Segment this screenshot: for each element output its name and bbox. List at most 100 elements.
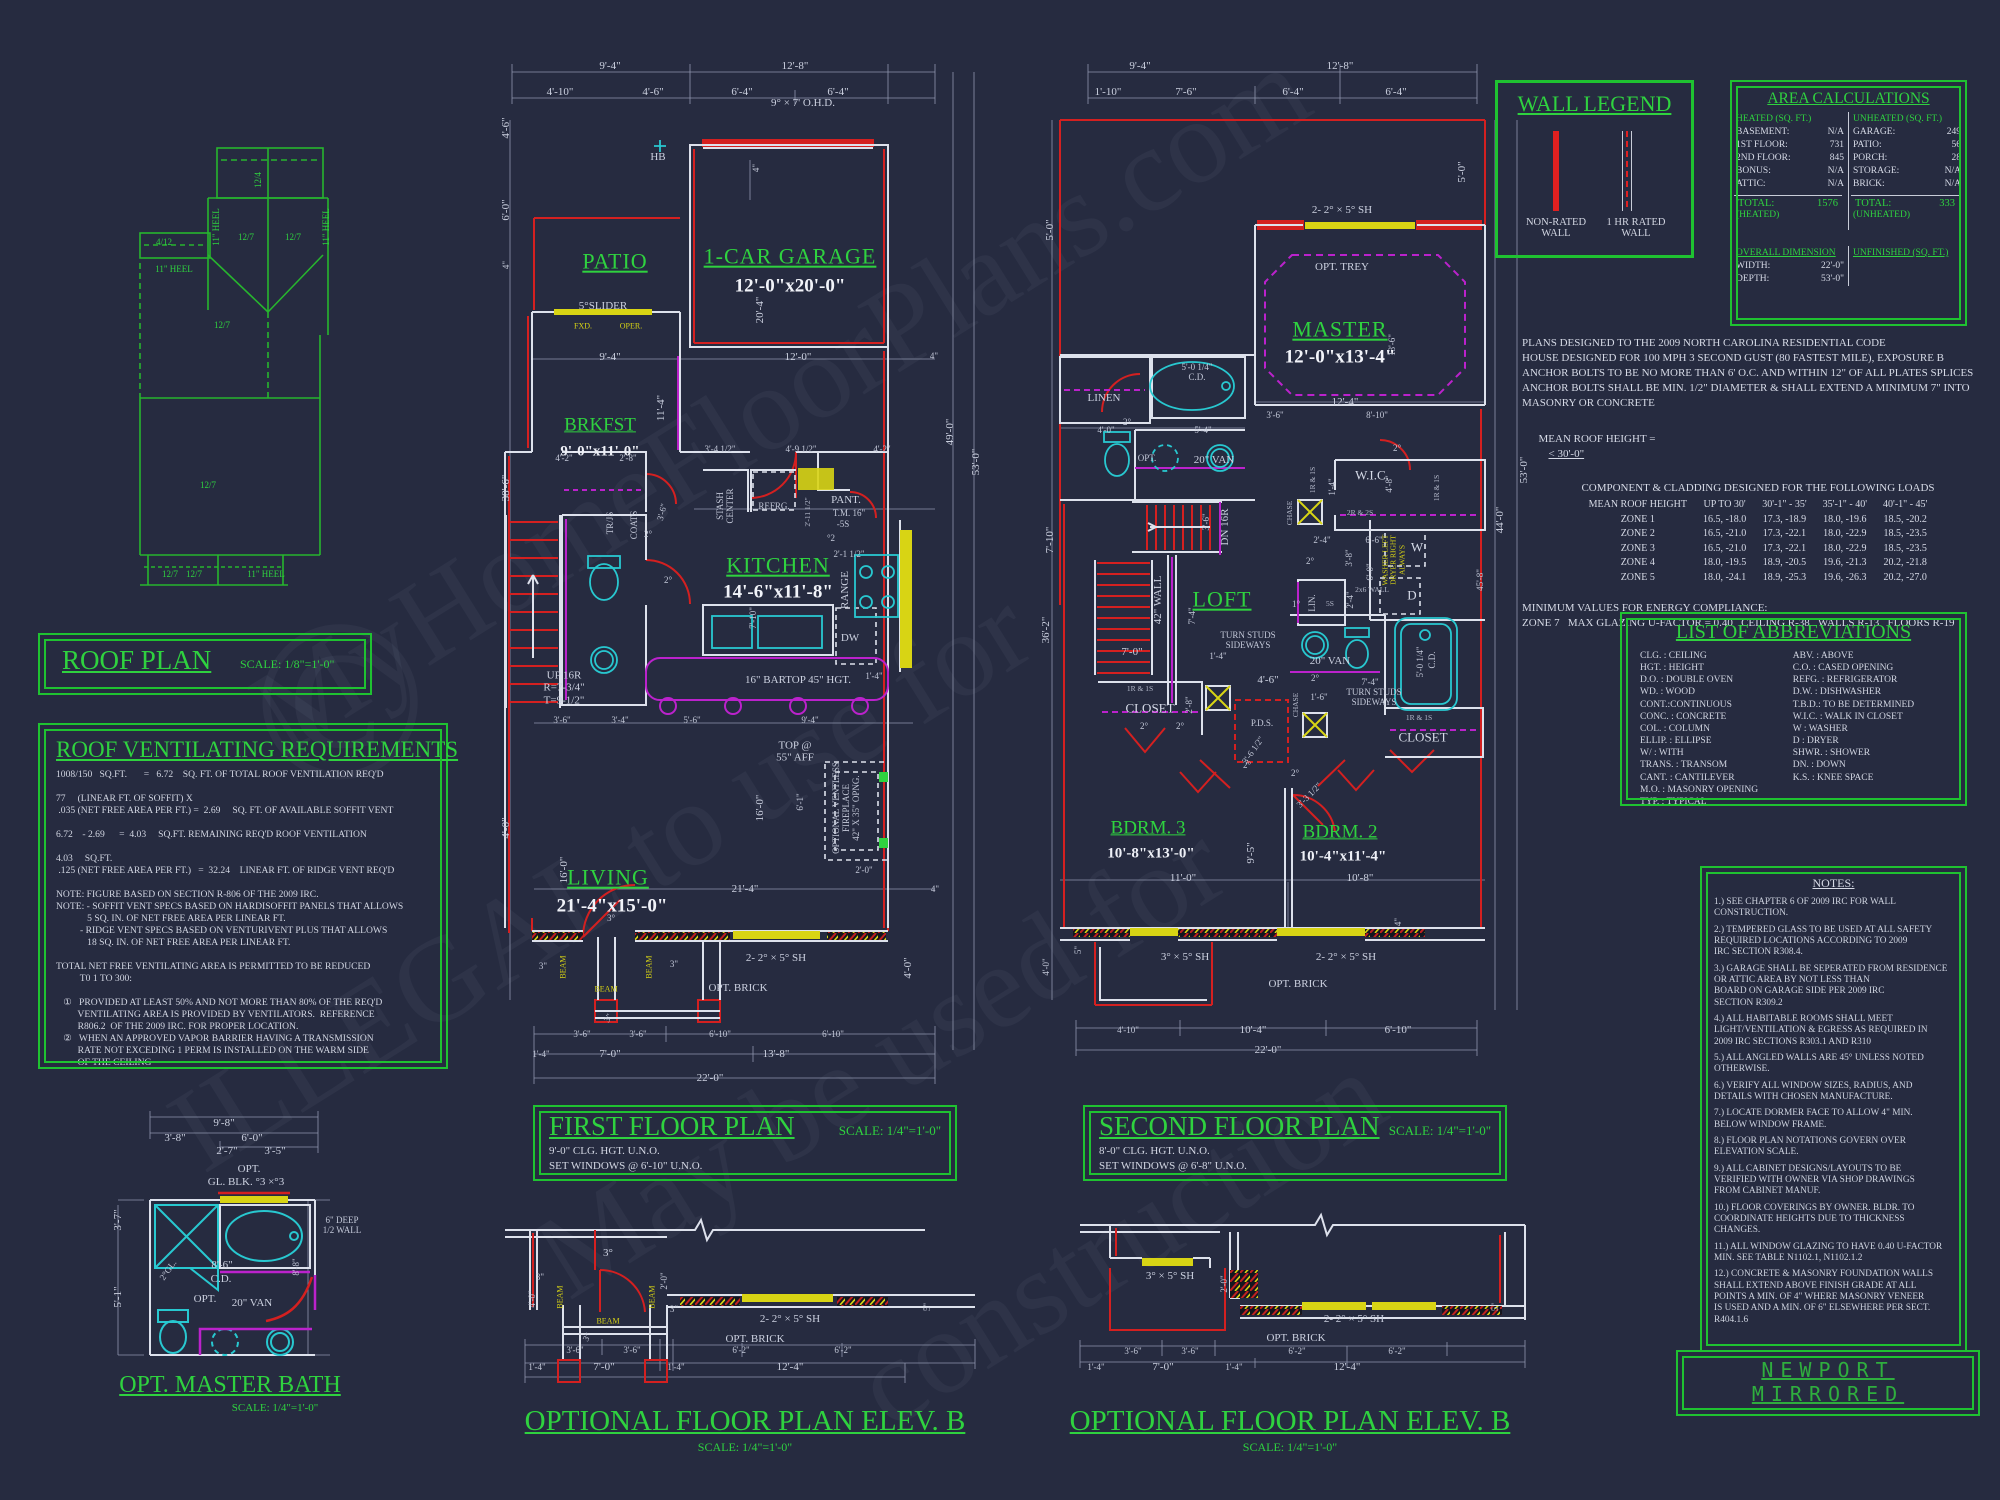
abbrev-left-column: CLG. : CEILINGHGT. : HEIGHTD.O. : DOUBLE… <box>1640 650 1793 808</box>
loads-header-cell: 30'-1" - 35' <box>1754 498 1814 513</box>
vent-line: RATE NOT EXCEDING 1 PERM IS INSTALLED ON… <box>56 1045 436 1057</box>
vent-line: .035 (NET FREE AREA PER FT.) = 2.69 SQ. … <box>56 805 436 817</box>
unfinished-column: UNFINISHED (SQ. FT.) <box>1848 246 1965 286</box>
note-item: 6.) VERIFY ALL WINDOW SIZES, RADIUS, AND… <box>1714 1081 1957 1104</box>
first-floor-title: FIRST FLOOR PLAN <box>549 1111 795 1142</box>
abbrev-entry: CANT. : CANTILEVER <box>1640 772 1793 784</box>
unfinished-header: UNFINISHED (SQ. FT.) <box>1849 246 1965 260</box>
abbrev-entry: SHWR. : SHOWER <box>1793 747 1965 759</box>
unheated-total-sub: (UNHEATED) <box>1849 210 1965 222</box>
vent-line: - RIDGE VENT SPECS BASED ON VENTURIVENT … <box>56 925 436 937</box>
vent-line: 6.72 - 2.69 = 4.03 SQ.FT. REMAINING REQ'… <box>56 829 436 841</box>
loads-header-cell: UP TO 30' <box>1695 498 1754 513</box>
vent-line: .125 (NET FREE AREA PER FT.) = 32.24 LIN… <box>56 865 436 877</box>
ff-brick-hatch-2 <box>635 932 730 940</box>
sf-magenta <box>1064 255 1480 730</box>
loads-row: ZONE 418.0, -19.518.9, -20.519.6, -21.32… <box>1581 556 1936 571</box>
note-item: 11.) ALL WINDOW GLAZING TO HAVE 0.40 U-F… <box>1714 1242 1957 1265</box>
roof-plan-title-box: ROOF PLAN SCALE: 1/8"=1'-0" <box>38 633 372 695</box>
abbrev-entry: REFG. : REFRIGERATOR <box>1793 674 1965 686</box>
opt-master-bath-drawing: 9'-8"3'-8"6'-0"2'-7"3'-5"OPT.GL. BLK. °3… <box>100 1105 360 1415</box>
vent-line: ① PROVIDED AT LEAST 50% AND NOT MORE THA… <box>56 997 436 1009</box>
vent-line: R806.2 OF THE 2009 IRC. FOR PROPER LOCAT… <box>56 1021 436 1033</box>
second-floor-sub2: SET WINDOWS @ 6'-8" U.N.O. <box>1099 1160 1247 1172</box>
unheated-rows: GARAGE:249PATIO:56PORCH:28STORAGE:N/ABRI… <box>1849 126 1965 191</box>
sf-brick-hatch-2 <box>1178 929 1277 937</box>
opt-master-bath-scale: SCALE: 1/4"=1'-0" <box>95 1402 365 1414</box>
sf-chase-x <box>1206 500 1327 737</box>
optional-plan-b-right-title: OPTIONAL FLOOR PLAN ELEV. B <box>1060 1405 1520 1438</box>
roof-plan-svg <box>88 85 378 595</box>
abbrev-entry: W : WASHER <box>1793 723 1965 735</box>
abbrev-entry: K.S. : KNEE SPACE <box>1793 772 1965 784</box>
note-item: 10.) FLOOR COVERINGS BY OWNER. BLDR. TO … <box>1714 1203 1957 1237</box>
roof-plan-scale: SCALE: 1/8"=1'-0" <box>240 657 334 672</box>
ff-white-walls <box>505 145 900 1018</box>
vent-line <box>56 877 436 889</box>
abbrev-entry: W.I.C. : WALK IN CLOSET <box>1793 711 1965 723</box>
area-row: ATTIC:N/A <box>1732 178 1848 191</box>
sf-white <box>1060 225 1485 1000</box>
abbrev-entry: CONT.:CONTINUOUS <box>1640 699 1793 711</box>
code-line: ANCHOR BOLTS SHALL BE MIN. 1/2" DIAMETER… <box>1522 381 1994 396</box>
second-floor-svg <box>1040 60 1555 1100</box>
abbrev-entry: DN. : DOWN <box>1793 759 1965 771</box>
ff-dashed <box>753 472 888 860</box>
vent-line: NOTE: - SOFFIT VENT SPECS BASED ON HARDI… <box>56 901 436 913</box>
ff-brick-hatch-1 <box>532 932 583 940</box>
loads-header-cell: 35'-1" - 40' <box>1815 498 1875 513</box>
abbrev-entry: CONC. : CONCRETE <box>1640 711 1793 723</box>
heated-total-row: TOTAL:1576 <box>1734 195 1842 210</box>
opt-master-bath-title: OPT. MASTER BATH <box>95 1372 365 1399</box>
area-row: DEPTH:53'-0" <box>1732 273 1848 286</box>
non-rated-wall-label: NON-RATED WALL <box>1516 217 1596 239</box>
note-item: 12.) CONCRETE & MASONRY FOUNDATION WALLS… <box>1714 1269 1957 1326</box>
area-calculations-box: AREA CALCULATIONS HEATED (SQ. FT.) BASEM… <box>1730 80 1967 326</box>
sf-brick-hatch-1 <box>1073 929 1130 937</box>
wall-legend-title: WALL LEGEND <box>1498 91 1691 117</box>
vent-line: VENTILATING AREA IS PROVIDED BY VENTILAT… <box>56 1009 436 1021</box>
abbrev-entry: C.O. : CASED OPENING <box>1793 662 1965 674</box>
ff-yellow <box>554 309 912 939</box>
ff-fixtures <box>588 140 898 673</box>
opt-master-bath-svg <box>100 1105 360 1415</box>
second-floor-scale: SCALE: 1/4"=1'-0" <box>1389 1123 1491 1139</box>
roof-vent-box: ROOF VENTILATING REQUIREMENTS 1008/150 S… <box>38 723 448 1069</box>
code-line: HOUSE DESIGNED FOR 100 MPH 3 SECOND GUST… <box>1522 351 1994 366</box>
abbreviations-box: LIST OF ABBREVIATIONS CLG. : CEILINGHGT.… <box>1620 612 1967 806</box>
overall-dimension-column: OVERALL DIMENSION WIDTH:22'-0"DEPTH:53'-… <box>1732 246 1848 286</box>
second-floor-plan-drawing: 9'-4"12'-8"1'-10"7'-6"6'-4"6'-4"5'-0"7'-… <box>1040 60 1555 1100</box>
area-row: 2ND FLOOR:845 <box>1732 152 1848 165</box>
area-row: BASEMENT:N/A <box>1732 126 1848 139</box>
loads-row: ZONE 216.5, -21.017.3, -22.118.0, -22.91… <box>1581 527 1936 542</box>
optional-plan-b-right-titlearea: OPTIONAL FLOOR PLAN ELEV. B SCALE: 1/4"=… <box>1060 1405 1520 1455</box>
vent-line: 18 SQ. IN. OF NET FREE AREA PER LINEAR F… <box>56 937 436 949</box>
first-floor-svg <box>498 60 998 1100</box>
optional-plan-b-left-title: OPTIONAL FLOOR PLAN ELEV. B <box>505 1405 985 1438</box>
abbrev-right-column: ABV. : ABOVEC.O. : CASED OPENINGREFG. : … <box>1793 650 1965 808</box>
note-item: 2.) TEMPERED GLASS TO BE USED AT ALL SAF… <box>1714 925 1957 959</box>
blueprint-sheet: MyHomeFloorPlans.com©ILLEGAL to use forM… <box>0 0 2000 1500</box>
abbrev-entry: W/ : WITH <box>1640 747 1793 759</box>
second-floor-sub1: 8'-0" CLG. HGT. U.N.O. <box>1099 1145 1210 1157</box>
second-floor-title-box: SECOND FLOOR PLAN SCALE: 1/4"=1'-0" 8'-0… <box>1083 1105 1507 1181</box>
abbrev-entry: ABV. : ABOVE <box>1793 650 1965 662</box>
roof-plan-drawing: 12/411" HEEL11" HEEL12/712/74/1211" HEEL… <box>88 85 378 595</box>
abbrev-entry: D.W. : DISHWASHER <box>1793 686 1965 698</box>
abbrev-entry: D.O. : DOUBLE OVEN <box>1640 674 1793 686</box>
titleblock-box: NEWPORT MIRRORED <box>1676 1350 1980 1416</box>
sf-red <box>1060 120 1485 1005</box>
heated-rows: BASEMENT:N/A1ST FLOOR:7312ND FLOOR:845BO… <box>1732 126 1848 191</box>
area-row: WIDTH:22'-0" <box>1732 260 1848 273</box>
loads-table-title: COMPONENT & CLADDING DESIGNED FOR THE FO… <box>1522 481 1994 496</box>
note-item: 8.) FLOOR PLAN NOTATIONS GOVERN OVER ELE… <box>1714 1136 1957 1159</box>
optional-plan-b-left-titlearea: OPTIONAL FLOOR PLAN ELEV. B SCALE: 1/4"=… <box>505 1405 985 1455</box>
abbrev-entry: TRANS. : TRANSOM <box>1640 759 1793 771</box>
code-line: ANCHOR BOLTS TO BE NO MORE THAN 6' O.C. … <box>1522 366 1994 381</box>
unheated-header: UNHEATED (SQ. FT.) <box>1849 112 1965 126</box>
code-line: MASONRY OR CONCRETE <box>1522 396 1994 411</box>
area-row: PATIO:56 <box>1849 139 1965 152</box>
abbrev-entry: TYP. : TYPICAL <box>1640 796 1793 808</box>
loads-header-cell: MEAN ROOF HEIGHT <box>1581 498 1695 513</box>
overall-header: OVERALL DIMENSION <box>1732 246 1848 260</box>
